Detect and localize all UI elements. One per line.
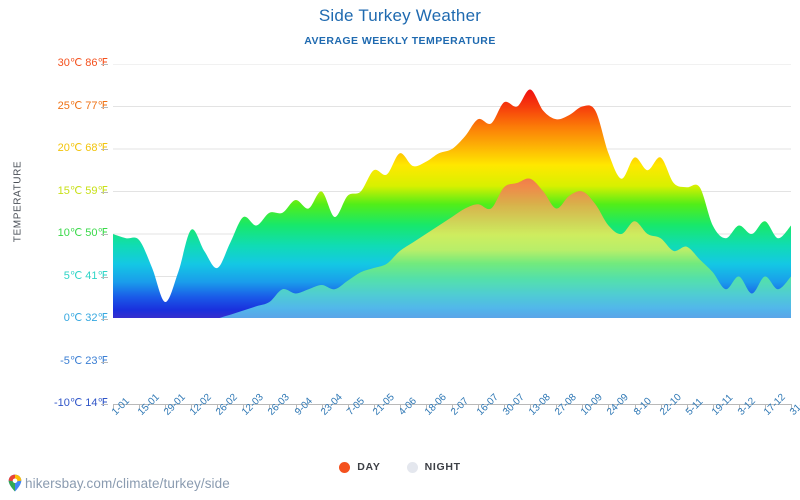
map-pin-icon	[8, 474, 22, 492]
y-tick-mark	[101, 149, 108, 150]
chart-subtitle: AVERAGE WEEKLY TEMPERATURE	[304, 35, 496, 47]
y-tick-mark	[101, 361, 108, 363]
legend-item-night[interactable]: NIGHT	[406, 461, 461, 473]
weather-chart: Side Turkey Weather AVERAGE WEEKLY TEMPE…	[0, 0, 800, 500]
y-tick-mark	[101, 319, 108, 320]
x-tick-label: 5-11	[683, 396, 706, 418]
series-areas	[113, 89, 791, 349]
y-tick-mark	[101, 106, 108, 108]
x-tick-label: 19-11	[709, 392, 736, 418]
legend-label-night: NIGHT	[424, 461, 461, 473]
x-tick-label: 4-06	[396, 395, 419, 418]
x-tick-label: 8-10	[631, 395, 654, 418]
plot-area	[113, 63, 791, 362]
legend-item-day[interactable]: DAY	[339, 461, 380, 473]
x-tick-label: 7-05	[344, 395, 367, 418]
legend-label-day: DAY	[357, 461, 381, 473]
y-tick-label: -10℃ 14℉	[53, 397, 108, 409]
x-tick-label: 3-12	[735, 395, 758, 418]
x-tick-label: 9-04	[292, 395, 315, 418]
y-tick-mark	[101, 404, 108, 405]
legend: DAY NIGHT	[0, 461, 800, 473]
x-tick-label: 1-01	[110, 395, 132, 418]
page-title: Side Turkey Weather	[318, 6, 482, 25]
circle-icon	[406, 461, 418, 473]
circle-icon	[339, 461, 351, 473]
y-tick-mark	[101, 64, 108, 65]
x-tick-label: 2-07	[449, 395, 471, 418]
chart-svg	[113, 63, 791, 362]
footer[interactable]: hikersbay.com/climate/turkey/side	[8, 474, 230, 492]
y-tick-mark	[101, 191, 108, 193]
y-tick-mark	[101, 234, 108, 235]
y-axis-labels: 30℃ 86℉ 25℃ 77℉ 20℃ 68℉ 15℃ 59℉ 10℃ 50℉ 5℃ 41…	[0, 0, 108, 420]
y-tick-mark	[101, 276, 108, 278]
footer-url[interactable]: hikersbay.com/climate/turkey/side	[25, 476, 230, 491]
